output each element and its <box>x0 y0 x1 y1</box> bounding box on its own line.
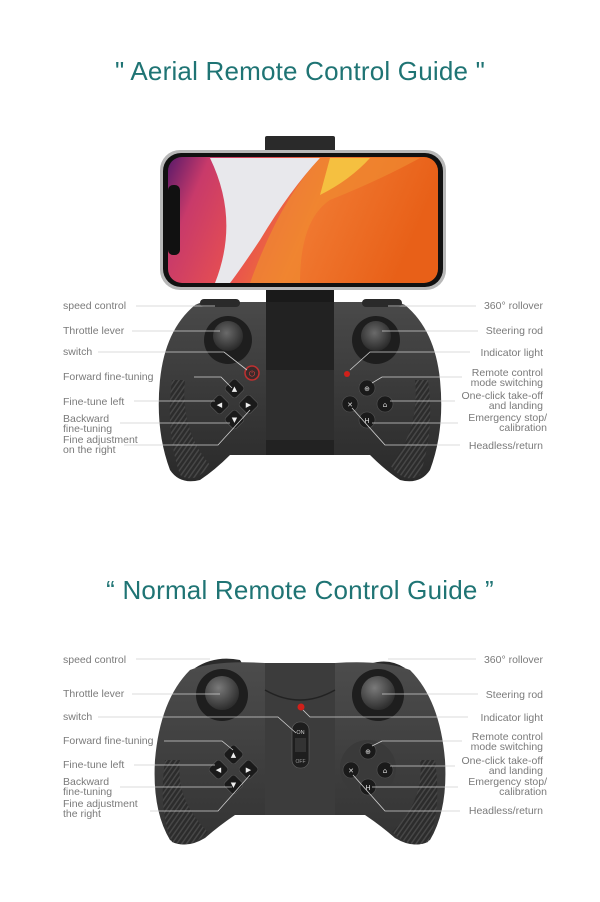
label-takeoff-landing: One-click take-off and landing <box>461 755 543 777</box>
label-switch: switch <box>63 711 93 723</box>
svg-text:✕: ✕ <box>348 767 354 775</box>
svg-text:◀: ◀ <box>216 766 222 774</box>
label-steering-rod: Steering rod <box>485 689 543 701</box>
indicator-light <box>297 703 305 711</box>
throttle-stick[interactable] <box>205 676 239 710</box>
label-headless-return: Headless/return <box>468 805 543 817</box>
svg-text:▲: ▲ <box>231 751 237 759</box>
switch-on-label: ON <box>296 730 304 736</box>
steering-stick[interactable] <box>361 676 395 710</box>
svg-text:▶: ▶ <box>246 766 252 774</box>
svg-text:⌂: ⌂ <box>383 767 387 775</box>
label-mode-switching: Remote control mode switching <box>470 731 543 753</box>
switch-off-label: OFF <box>296 759 306 765</box>
label-forward-fine-tuning: Forward fine-tuning <box>63 735 154 747</box>
svg-text:H: H <box>365 784 370 792</box>
label-fine-adjustment-right: Fine adjustment the right <box>63 798 138 820</box>
svg-text:▼: ▼ <box>231 781 237 789</box>
label-emergency-stop: Emergency stop/ calibration <box>468 776 547 798</box>
svg-text:⊕: ⊕ <box>365 748 371 756</box>
label-indicator-light: Indicator light <box>480 712 543 724</box>
label-360-rollover: 360° rollover <box>483 654 543 666</box>
label-throttle-lever: Throttle lever <box>63 688 125 700</box>
label-backward-fine-tuning: Backward fine-tuning <box>63 776 113 798</box>
label-fine-tune-left: Fine-tune left <box>63 759 125 771</box>
label-speed-control: speed control <box>63 654 127 666</box>
